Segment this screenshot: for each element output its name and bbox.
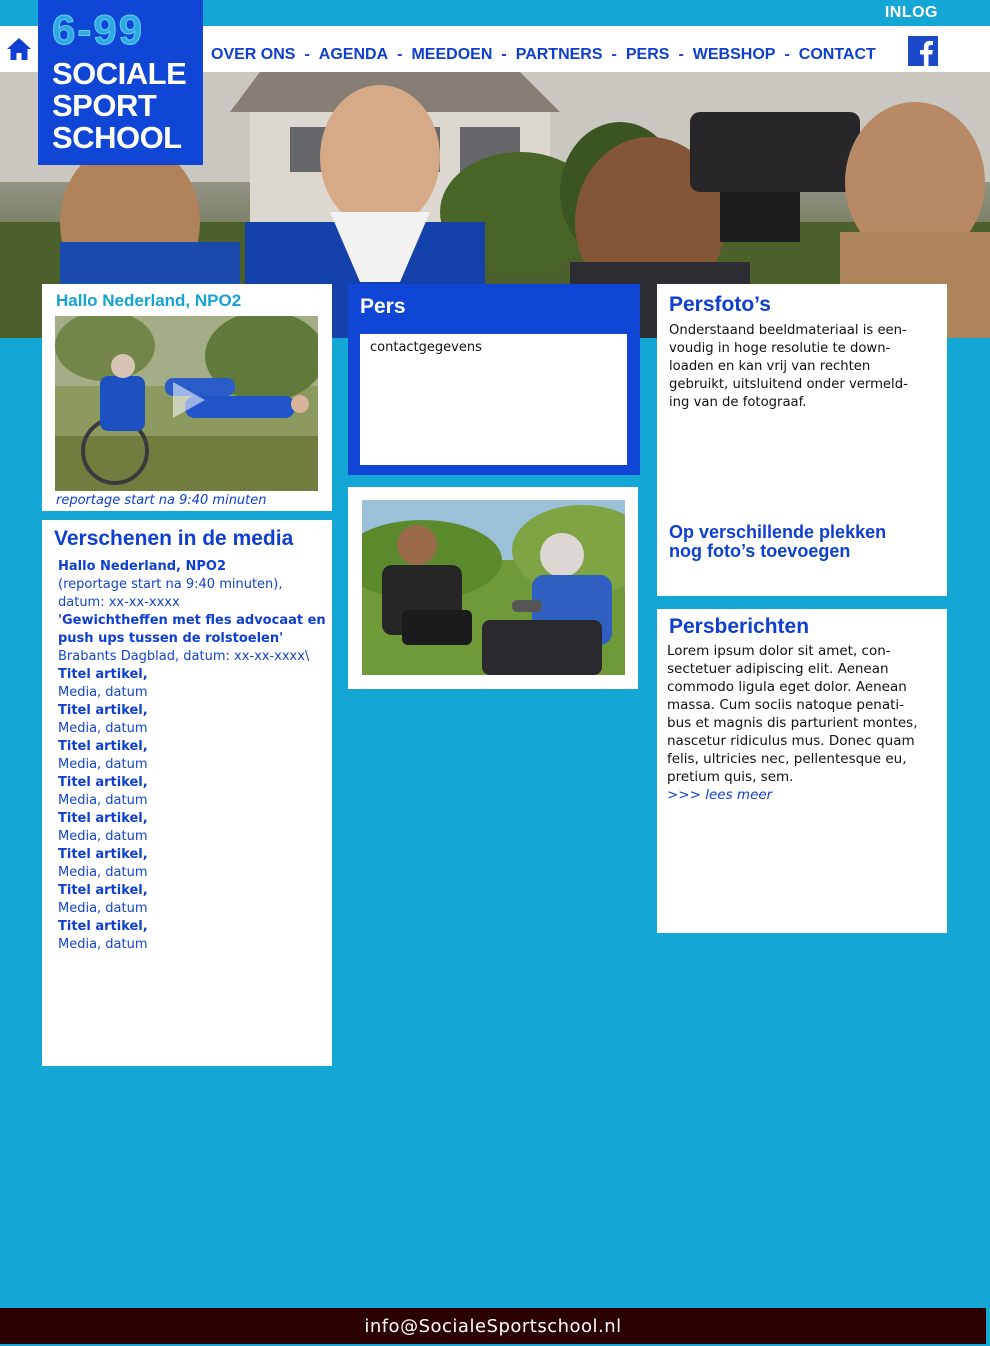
nav-separator: -: [397, 46, 403, 63]
footer-email[interactable]: info@SocialeSportschool.nl: [364, 1316, 621, 1337]
persfotos-line: loaden en kan vrij van rechten: [669, 359, 871, 374]
media-item-meta: Media, datum: [58, 937, 148, 952]
play-icon[interactable]: [165, 378, 209, 422]
persberichten-panel: Persberichten Lorem ipsum dolor sit amet…: [657, 609, 947, 933]
persfotos-note: Op verschillende plekken nog foto’s toev…: [669, 523, 886, 561]
video-caption: reportage start na 9:40 minuten: [56, 493, 267, 508]
media-item-meta: Media, datum: [58, 865, 148, 880]
logo-line-school: SCHOOL: [52, 120, 182, 155]
persberichten-line: sectetuer adipiscing elit. Aenean: [667, 661, 889, 677]
media-item-title[interactable]: Titel artikel,: [58, 918, 328, 936]
facebook-icon[interactable]: [908, 36, 938, 66]
main-nav: OVER ONS - AGENDA - MEEDOEN - PARTNERS -…: [211, 46, 876, 64]
persberichten-line: bus et magnis dis parturient montes,: [667, 715, 918, 731]
nav-meedoen[interactable]: MEEDOEN: [411, 46, 492, 64]
media-item-title[interactable]: Titel artikel,: [58, 738, 328, 756]
press-photo-panel: [348, 487, 638, 689]
persfotos-line: voudig in hoge resolutie te down-: [669, 341, 891, 356]
media-item-title[interactable]: Titel artikel,: [58, 666, 328, 684]
video-title: Hallo Nederland, NPO2: [56, 291, 242, 310]
media-item-meta: Media, datum: [58, 901, 148, 916]
press-photo[interactable]: [362, 500, 625, 675]
pers-contact-box: contactgegevens: [360, 334, 627, 465]
media-panel: Verschenen in de media Hallo Nederland, …: [42, 520, 332, 1066]
persberichten-line: pretium quis, sem.: [667, 769, 794, 785]
nav-separator: -: [784, 46, 790, 63]
footer: info@SocialeSportschool.nl: [0, 1308, 986, 1344]
pers-panel: Pers contactgegevens: [348, 284, 640, 475]
nav-agenda[interactable]: AGENDA: [319, 46, 388, 64]
nav-separator: -: [611, 46, 617, 63]
media-item-title[interactable]: Hallo Nederland, NPO2: [58, 558, 328, 576]
logo-line-sociale: SOCIALE: [52, 56, 187, 91]
login-link[interactable]: INLOG: [885, 4, 938, 22]
media-item-meta: Media, datum: [58, 829, 148, 844]
media-item-meta: Media, datum: [58, 793, 148, 808]
site-logo[interactable]: 6-99 SOCIALE SPORT SCHOOL: [38, 0, 203, 165]
media-item-meta: Brabants Dagblad, datum: xx-xx-xxxx\: [58, 649, 310, 664]
read-more-link[interactable]: >>> lees meer: [667, 786, 918, 804]
media-item-title[interactable]: 'Gewichtheffen met fles advocaat en: [58, 612, 328, 630]
nav-separator: -: [501, 46, 507, 63]
persberichten-line: Lorem ipsum dolor sit amet, con-: [667, 643, 891, 659]
media-item-meta: datum: xx-xx-xxxx: [58, 595, 180, 610]
persberichten-line: commodo ligula eget dolor. Aenean: [667, 679, 907, 695]
persberichten-line: massa. Cum sociis natoque penati-: [667, 697, 905, 713]
persfotos-line: gebruikt, uitsluitend onder vermeld-: [669, 377, 908, 392]
video-panel: Hallo Nederland, NPO2 reportage start na…: [42, 284, 332, 511]
media-item-meta: Media, datum: [58, 685, 148, 700]
persfotos-title: Persfoto’s: [669, 293, 771, 316]
media-item-title[interactable]: Titel artikel,: [58, 774, 328, 792]
nav-partners[interactable]: PARTNERS: [516, 46, 603, 64]
persfotos-note-line: Op verschillende plekken: [669, 522, 887, 542]
logo-line-sport: SPORT: [52, 88, 157, 123]
persfotos-body: Onderstaand beeldmateriaal is een- voudi…: [669, 322, 908, 412]
pers-title: Pers: [360, 295, 406, 318]
media-item-title[interactable]: Titel artikel,: [58, 702, 328, 720]
media-item-meta: (reportage start na 9:40 minuten),: [58, 577, 283, 592]
persfotos-note-line: nog foto’s toevoegen: [669, 541, 851, 561]
persfotos-panel: Persfoto’s Onderstaand beeldmateriaal is…: [657, 284, 947, 596]
nav-pers[interactable]: PERS: [626, 46, 670, 64]
logo-number: 6-99: [51, 6, 145, 54]
nav-separator: -: [678, 46, 684, 63]
nav-contact[interactable]: CONTACT: [799, 46, 876, 64]
media-item-title[interactable]: Titel artikel,: [58, 810, 328, 828]
media-list: Hallo Nederland, NPO2 (reportage start n…: [58, 558, 328, 954]
nav-webshop[interactable]: WEBSHOP: [693, 46, 776, 64]
nav-separator: -: [304, 46, 310, 63]
media-title: Verschenen in de media: [54, 527, 294, 550]
persberichten-title: Persberichten: [669, 615, 810, 638]
media-item-title[interactable]: push ups tussen de rolstoelen': [58, 630, 328, 648]
media-item-title[interactable]: Titel artikel,: [58, 846, 328, 864]
persfotos-line: ing van de fotograaf.: [669, 395, 807, 410]
persberichten-line: felis, ultricies nec, pellentesque eu,: [667, 751, 907, 767]
media-item-meta: Media, datum: [58, 721, 148, 736]
media-item-meta: Media, datum: [58, 757, 148, 772]
persfotos-line: Onderstaand beeldmateriaal is een-: [669, 323, 907, 338]
persberichten-body: Lorem ipsum dolor sit amet, con- sectetu…: [667, 642, 918, 804]
pers-contact-text: contactgegevens: [370, 340, 482, 355]
media-item-title[interactable]: Titel artikel,: [58, 882, 328, 900]
nav-over-ons[interactable]: OVER ONS: [211, 46, 295, 64]
video-player[interactable]: [55, 316, 318, 491]
persberichten-line: nascetur ridiculus mus. Donec quam: [667, 733, 915, 749]
home-icon[interactable]: [6, 37, 32, 61]
